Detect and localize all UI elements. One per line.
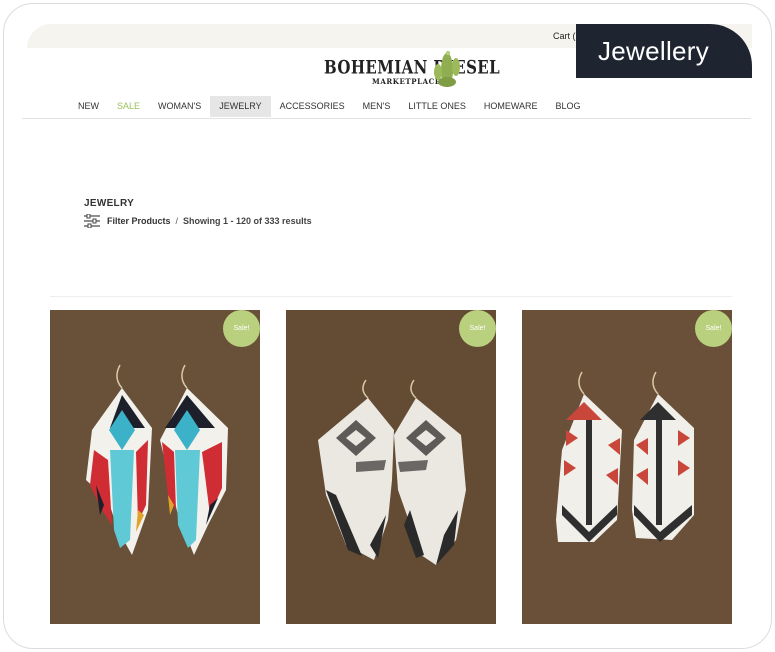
results-count: Showing 1 - 120 of 333 results: [183, 216, 312, 226]
nav-mens[interactable]: MEN'S: [354, 96, 400, 117]
nav-little-ones[interactable]: LITTLE ONES: [399, 96, 475, 117]
filter-bar: Filter Products / Showing 1 - 120 of 333…: [84, 214, 312, 228]
sale-badge: Sale!: [223, 310, 260, 347]
nav-new[interactable]: NEW: [69, 96, 108, 117]
filter-sliders-icon[interactable]: [84, 214, 100, 228]
nav-accessories[interactable]: ACCESSORIES: [271, 96, 354, 117]
product-card[interactable]: Sale!: [522, 310, 732, 624]
nav-homeware[interactable]: HOMEWARE: [475, 96, 547, 117]
logo-text: BOHEMIAN DIESEL: [324, 56, 501, 79]
cactus-icon: [434, 50, 460, 87]
breadcrumb-separator: /: [175, 216, 179, 226]
section-divider: [50, 296, 732, 297]
product-image: [522, 310, 732, 624]
page-title: JEWELRY: [84, 198, 135, 209]
nav-womans[interactable]: WOMAN'S: [149, 96, 210, 117]
nav-blog[interactable]: BLOG: [547, 96, 590, 117]
nav-divider: [22, 118, 751, 119]
product-image: [50, 310, 260, 624]
product-card[interactable]: Sale!: [50, 310, 260, 624]
product-card[interactable]: Sale!: [286, 310, 496, 624]
filter-products-link[interactable]: Filter Products: [107, 216, 171, 226]
product-image: [286, 310, 496, 624]
category-tag-label: Jewellery: [598, 35, 710, 66]
sale-badge: Sale!: [459, 310, 496, 347]
sale-badge: Sale!: [695, 310, 732, 347]
sale-badge-label: Sale!: [705, 325, 722, 332]
nav-jewelry[interactable]: JEWELRY: [210, 96, 271, 117]
site-logo[interactable]: BOHEMIAN DIESEL MARKETPLACE: [324, 48, 500, 90]
main-nav: NEW SALE WOMAN'S JEWELRY ACCESSORIES MEN…: [69, 96, 590, 117]
category-tag: Jewellery: [576, 24, 752, 78]
nav-sale[interactable]: SALE: [108, 96, 149, 117]
sale-badge-label: Sale!: [469, 325, 486, 332]
sale-badge-label: Sale!: [233, 325, 250, 332]
cart-link[interactable]: Cart (: [553, 31, 576, 41]
